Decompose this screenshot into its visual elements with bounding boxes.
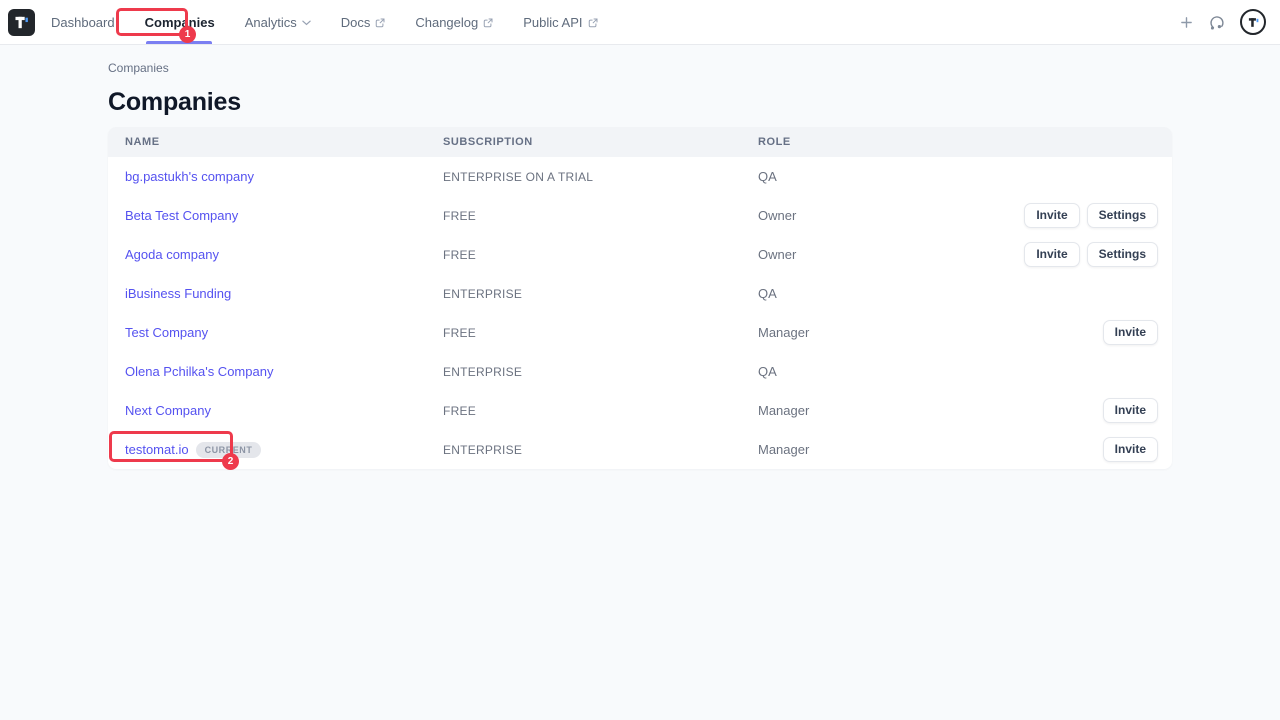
role-value: Owner [758, 208, 1024, 223]
company-link[interactable]: bg.pastukh's company [125, 169, 254, 184]
testomat-logo-icon [13, 14, 30, 31]
plus-icon[interactable] [1180, 16, 1193, 29]
company-link[interactable]: testomat.io [125, 442, 189, 457]
table-header-row: Name Subscription Role [108, 127, 1172, 157]
nav-label: Docs [341, 15, 371, 30]
company-link[interactable]: Next Company [125, 403, 211, 418]
table-row: iBusiness Funding ENTERPRISE QA [108, 274, 1172, 313]
nav-label: Changelog [415, 15, 478, 30]
nav-label: Public API [523, 15, 582, 30]
row-actions: Invite [1103, 437, 1172, 462]
app-logo[interactable] [8, 9, 35, 36]
role-value: QA [758, 286, 1158, 301]
main-nav: Dashboard Companies Analytics Docs Chang… [51, 0, 598, 44]
nav-item-analytics[interactable]: Analytics [245, 0, 311, 44]
table-row: bg.pastukh's company ENTERPRISE ON A TRI… [108, 157, 1172, 196]
table-row: Beta Test Company FREE Owner Invite Sett… [108, 196, 1172, 235]
nav-item-docs[interactable]: Docs [341, 0, 386, 44]
invite-button[interactable]: Invite [1024, 242, 1079, 267]
breadcrumb[interactable]: Companies [108, 61, 1172, 76]
row-actions: Invite Settings [1024, 203, 1172, 228]
table-row: Test Company FREE Manager Invite [108, 313, 1172, 352]
column-header-name: Name [108, 136, 443, 148]
row-actions: Invite [1103, 398, 1172, 423]
support-icon[interactable] [1208, 14, 1225, 31]
row-actions: Invite Settings [1024, 242, 1172, 267]
invite-button[interactable]: Invite [1024, 203, 1079, 228]
company-link[interactable]: Beta Test Company [125, 208, 238, 223]
invite-button[interactable]: Invite [1103, 437, 1158, 462]
nav-label: Companies [145, 15, 215, 30]
nav-item-public-api[interactable]: Public API [523, 0, 597, 44]
nav-item-changelog[interactable]: Changelog [415, 0, 493, 44]
nav-item-companies[interactable]: Companies [145, 0, 215, 44]
table-row: Olena Pchilka's Company ENTERPRISE QA [108, 352, 1172, 391]
main-content: Companies Companies Name Subscription Ro… [0, 61, 1280, 469]
subscription-value: ENTERPRISE [443, 443, 758, 457]
role-value: QA [758, 364, 1158, 379]
current-badge: CURRENT [196, 442, 262, 458]
settings-button[interactable]: Settings [1087, 203, 1158, 228]
subscription-value: FREE [443, 248, 758, 262]
company-link[interactable]: Olena Pchilka's Company [125, 364, 273, 379]
role-value: QA [758, 169, 1158, 184]
company-link[interactable]: iBusiness Funding [125, 286, 231, 301]
subscription-value: FREE [443, 209, 758, 223]
companies-table: Name Subscription Role bg.pastukh's comp… [108, 127, 1172, 469]
invite-button[interactable]: Invite [1103, 320, 1158, 345]
subscription-value: ENTERPRISE [443, 287, 758, 301]
role-value: Manager [758, 325, 1103, 340]
page-title: Companies [108, 88, 1172, 116]
nav-item-dashboard[interactable]: Dashboard [51, 0, 115, 44]
subscription-value: FREE [443, 404, 758, 418]
settings-button[interactable]: Settings [1087, 242, 1158, 267]
subscription-value: FREE [443, 326, 758, 340]
subscription-value: ENTERPRISE ON A TRIAL [443, 170, 758, 184]
role-value: Owner [758, 247, 1024, 262]
column-header-subscription: Subscription [443, 136, 758, 148]
external-link-icon [588, 18, 598, 28]
role-value: Manager [758, 403, 1103, 418]
nav-label: Analytics [245, 15, 297, 30]
subscription-value: ENTERPRISE [443, 365, 758, 379]
header-actions [1180, 9, 1266, 35]
company-link[interactable]: Agoda company [125, 247, 219, 262]
user-avatar[interactable] [1240, 9, 1266, 35]
invite-button[interactable]: Invite [1103, 398, 1158, 423]
company-link[interactable]: Test Company [125, 325, 208, 340]
column-header-role: Role [758, 136, 1172, 148]
table-row: Next Company FREE Manager Invite [108, 391, 1172, 430]
nav-label: Dashboard [51, 15, 115, 30]
table-row-current-company: testomat.io CURRENT ENTERPRISE Manager In… [108, 430, 1172, 469]
table-row: Agoda company FREE Owner Invite Settings [108, 235, 1172, 274]
external-link-icon [375, 18, 385, 28]
avatar-logo-icon [1247, 16, 1260, 29]
chevron-down-icon [302, 20, 311, 26]
role-value: Manager [758, 442, 1103, 457]
external-link-icon [483, 18, 493, 28]
row-actions: Invite [1103, 320, 1172, 345]
top-navigation-bar: Dashboard Companies Analytics Docs Chang… [0, 0, 1280, 45]
